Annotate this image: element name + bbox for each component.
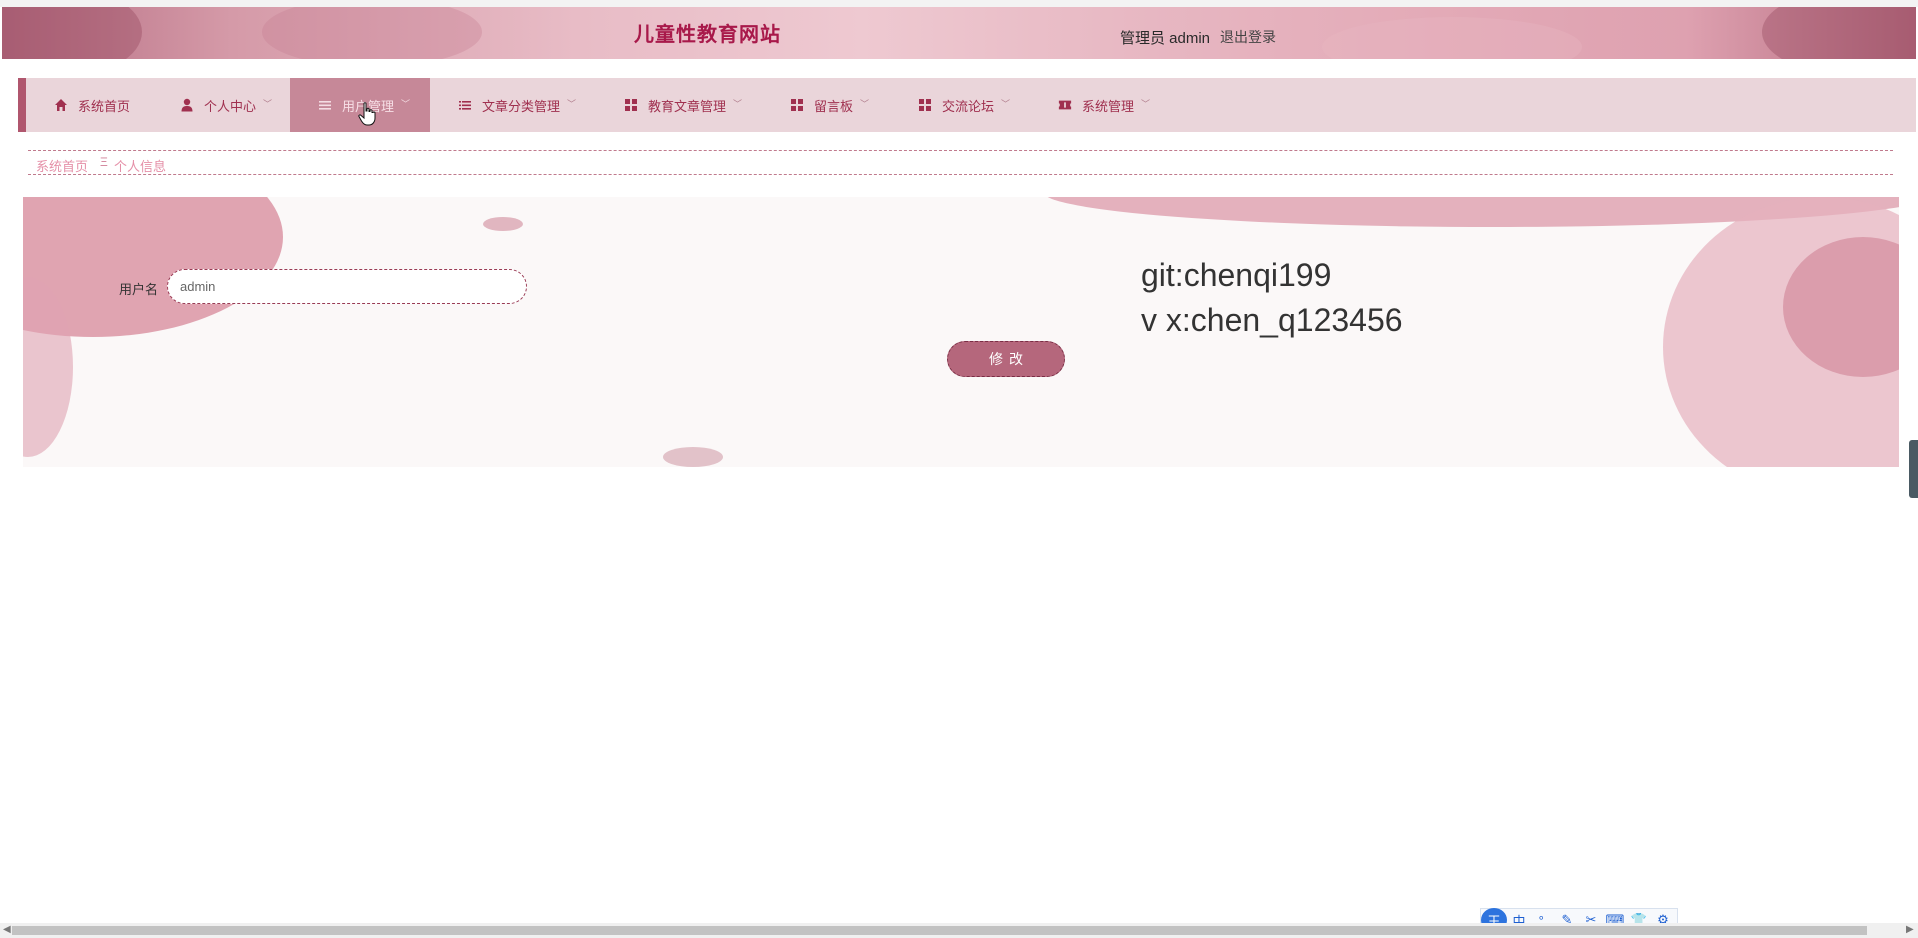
site-title: 儿童性教育网站 bbox=[634, 24, 781, 46]
chevron-down-icon: ﹀ bbox=[733, 98, 743, 109]
nav-item-label: 交流论坛 bbox=[942, 98, 995, 114]
home-icon bbox=[54, 98, 68, 112]
grid-icon bbox=[790, 98, 804, 112]
nav-item-education-articles[interactable]: 教育文章管理 ﹀ bbox=[596, 78, 762, 132]
contact-wechat: v x:chen_q123456 bbox=[1141, 302, 1403, 338]
admin-info: 管理员 admin bbox=[1120, 30, 1211, 47]
nav-item-forum[interactable]: 交流论坛 ﹀ bbox=[890, 78, 1030, 132]
logout-link[interactable]: 退出登录 bbox=[1220, 27, 1276, 47]
nav-item-label: 留言板 bbox=[814, 98, 854, 114]
breadcrumb-current: 个人信息 bbox=[114, 159, 167, 174]
submit-button[interactable]: 修改 bbox=[947, 341, 1065, 377]
user-icon bbox=[180, 98, 194, 112]
background-decoration bbox=[663, 447, 723, 467]
ticket-icon bbox=[1058, 98, 1072, 112]
username-label: 用户名 bbox=[119, 282, 159, 297]
nav-item-label: 系统管理 bbox=[1082, 98, 1135, 114]
nav-item-label: 文章分类管理 bbox=[482, 98, 561, 114]
nav-item-message-board[interactable]: 留言板 ﹀ bbox=[762, 78, 890, 132]
horizontal-scrollbar[interactable]: ◀ ▶ bbox=[0, 923, 1918, 938]
scrollbar-thumb[interactable] bbox=[12, 926, 1867, 935]
background-decoration bbox=[483, 217, 523, 231]
breadcrumb: 系统首页 Ξ 个人信息 bbox=[28, 150, 1893, 175]
scroll-left-icon[interactable]: ◀ bbox=[3, 924, 11, 935]
nav-item-label: 个人中心 bbox=[204, 98, 257, 114]
chevron-down-icon: ﹀ bbox=[567, 98, 577, 109]
header-decoration bbox=[1762, 7, 1916, 59]
header-decoration bbox=[262, 7, 482, 59]
header-decoration bbox=[1322, 17, 1582, 59]
username-input[interactable] bbox=[167, 269, 527, 304]
nav-item-system-management[interactable]: 系统管理 ﹀ bbox=[1030, 78, 1170, 132]
nav-item-label: 教育文章管理 bbox=[648, 98, 727, 114]
breadcrumb-home[interactable]: 系统首页 bbox=[36, 156, 88, 175]
profile-panel: 用户名 修改 git:chenqi199 v x:chen_q123456 bbox=[23, 197, 1899, 467]
list-icon bbox=[458, 98, 472, 112]
grid-icon bbox=[918, 98, 932, 112]
header-decoration bbox=[2, 7, 142, 59]
site-header bbox=[2, 7, 1916, 59]
nav-item-article-category[interactable]: 文章分类管理 ﹀ bbox=[430, 78, 596, 132]
nav-item-home[interactable]: 系统首页 bbox=[26, 78, 152, 132]
chevron-down-icon: ﹀ bbox=[1141, 98, 1151, 109]
chevron-down-icon: ﹀ bbox=[401, 98, 411, 109]
breadcrumb-separator: Ξ bbox=[100, 155, 108, 169]
grid-icon bbox=[624, 98, 638, 112]
scroll-right-icon[interactable]: ▶ bbox=[1906, 924, 1914, 935]
chevron-down-icon: ﹀ bbox=[263, 98, 273, 109]
hand-cursor-icon bbox=[358, 102, 376, 126]
main-nav: 系统首页 个人中心 ﹀ 用户管理 ﹀ 文章分类管理 ﹀ 教育文章管理 ﹀ 留言板… bbox=[18, 78, 1916, 132]
contact-git: git:chenqi199 bbox=[1141, 257, 1332, 293]
chevron-down-icon: ﹀ bbox=[1001, 98, 1011, 109]
side-drawer-handle[interactable] bbox=[1909, 440, 1918, 498]
nav-item-personal-center[interactable]: 个人中心 ﹀ bbox=[152, 78, 284, 132]
nav-item-label: 系统首页 bbox=[78, 98, 131, 114]
chevron-down-icon: ﹀ bbox=[860, 98, 870, 109]
window-top-edge bbox=[0, 0, 1918, 7]
list-icon bbox=[318, 98, 332, 112]
